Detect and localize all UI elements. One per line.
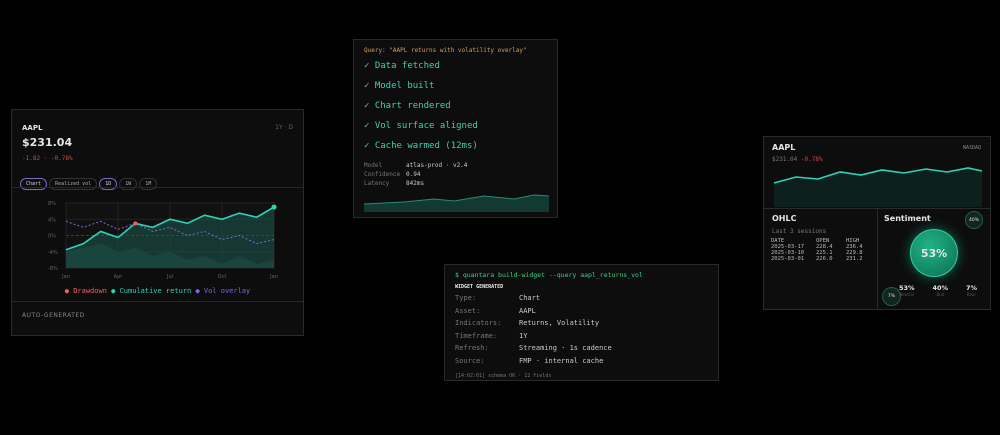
footer-label: AUTO-GENERATED — [22, 312, 85, 319]
ohlc-subtitle: Last 3 sessions — [772, 228, 827, 235]
chart-legend: ● Drawdown ● Cumulative return ● Vol ove… — [12, 287, 303, 295]
y-tick-label: -8% — [48, 266, 58, 272]
step: ✓ Model built — [364, 81, 435, 91]
field-row: Timeframe: 1Y — [455, 331, 528, 340]
divider — [877, 208, 878, 309]
terminal-command: $ quantara build-widget --query aapl_ret… — [455, 271, 643, 279]
sentiment-bubble: 53% — [910, 229, 958, 277]
stat-bull: 40% Bull — [932, 284, 949, 297]
exchange: NASDAQ — [962, 145, 981, 151]
divider — [12, 187, 303, 188]
ticker: AAPL — [22, 124, 43, 132]
terminal-log: [14:02:01] schema OK · 12 fields — [455, 373, 552, 379]
ohlc-table: DATE OPEN HIGH 2025-03-17 228.4 236.4 2025-0… — [771, 238, 863, 262]
field-row: Asset: AAPL — [455, 306, 536, 315]
query-text: Query: "AAPL returns with volatility ove… — [364, 47, 527, 54]
price-change: -1.82 · -0.78% — [22, 155, 73, 162]
ticker: AAPL — [772, 143, 796, 152]
price: $231.04 — [22, 136, 73, 149]
meta-row: Confidence 0.94 — [364, 171, 421, 178]
sentiment-title: Sentiment — [884, 214, 931, 223]
stat-neutral: 53% Neutral — [898, 284, 915, 297]
terminal-card: $ quantara build-widget --query aapl_ret… — [444, 264, 719, 381]
pill-realized-vol[interactable]: Realized vol — [49, 178, 98, 190]
x-tick-label: Oct — [218, 274, 227, 280]
price-change: -0.78% — [800, 156, 823, 163]
y-tick-label: 0% — [48, 234, 56, 240]
price-sparkline — [773, 167, 983, 207]
chart-widget-card: AAPL 1Y · D $231.04 -1.82 · -0.78% Chart… — [11, 109, 304, 336]
timeframe-meta: 1Y · D — [275, 124, 293, 131]
table-row: 2025-03-01 226.0 231.2 — [771, 256, 863, 262]
latest-point-marker — [271, 204, 277, 210]
step: ✓ Cache warmed (12ms) — [364, 141, 478, 151]
terminal-heading: WIDGET GENERATED — [455, 284, 504, 290]
x-tick-label: Jan — [269, 274, 278, 280]
field-row: Indicators: Returns, Volatility — [455, 319, 600, 327]
drawdown-marker — [133, 221, 138, 226]
price: $231.04 — [772, 156, 798, 163]
divider — [12, 301, 303, 302]
step: ✓ Data fetched — [364, 61, 440, 71]
field-row: Type: Chart — [455, 294, 541, 302]
meta-row: Latency 842ms — [364, 180, 425, 187]
pill-1d[interactable]: 1D — [99, 178, 118, 190]
legend-drawdown: ● Drawdown — [64, 287, 107, 295]
legend-cumulative-return: ● Cumulative return — [111, 287, 192, 295]
pill-1m[interactable]: 1M — [139, 178, 158, 190]
step: ✓ Chart rendered — [364, 101, 451, 111]
stat-bear: 7% Bear — [965, 284, 978, 297]
pill-1w[interactable]: 1W — [119, 178, 138, 190]
returns-chart: 8%4%0%-4%-8%Jan Apr Jul Oct Jan — [48, 201, 278, 280]
x-tick-label: Jul — [166, 274, 173, 280]
meta-row: Model atlas-prod · v2.4 — [364, 162, 468, 169]
bull-bubble: 40% — [965, 211, 983, 229]
field-row: Refresh: Streaming · 1s cadence — [455, 344, 612, 352]
step: ✓ Vol surface aligned — [364, 121, 478, 131]
pill-chart[interactable]: Chart — [20, 178, 48, 190]
sentiment-stats: 53% Neutral 40% Bull 7% Bear — [890, 284, 986, 297]
quote-card: AAPL NASDAQ $231.04 -0.78% OHLC Last 3 s… — [763, 136, 991, 310]
sparkline — [364, 194, 549, 212]
y-tick-label: 4% — [48, 217, 56, 223]
ohlc-title: OHLC — [772, 214, 797, 223]
x-tick-label: Jan — [61, 274, 70, 280]
y-tick-label: -4% — [48, 250, 58, 256]
field-row: Source: FMP · internal cache — [455, 356, 604, 365]
legend-vol-overlay: ● Vol overlay — [195, 287, 251, 295]
y-tick-label: 8% — [48, 201, 56, 207]
status-card: Query: "AAPL returns with volatility ove… — [353, 39, 558, 218]
x-tick-label: Apr — [114, 274, 124, 280]
